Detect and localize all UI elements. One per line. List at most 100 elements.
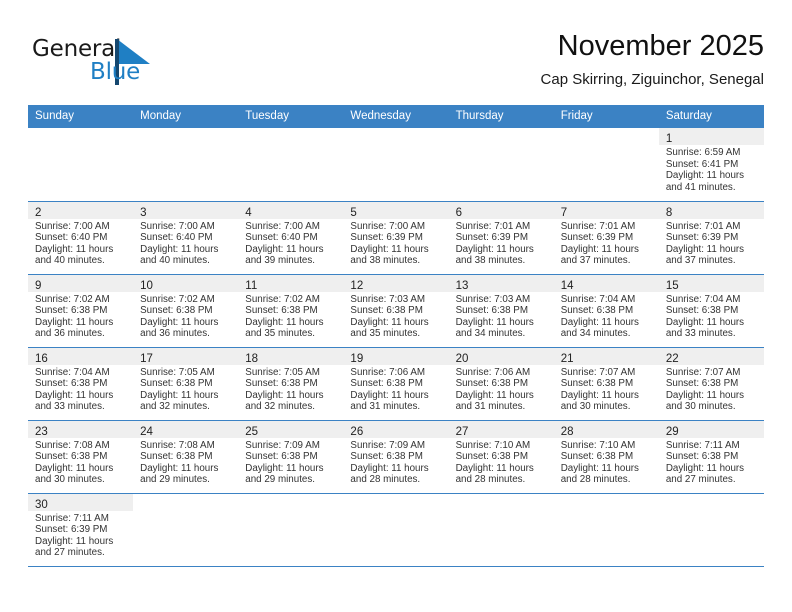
daylight-text-line2: and 33 minutes.	[35, 401, 105, 413]
sunset-text: Sunset: 6:40 PM	[35, 232, 108, 244]
day-cell: 18 Sunrise: 7:05 AM Sunset: 6:38 PM Dayl…	[238, 347, 344, 421]
day-number-band: 21	[553, 347, 659, 365]
daylight-text-line1: Daylight: 11 hours	[140, 462, 219, 474]
sunrise-text: Sunrise: 7:02 AM	[245, 293, 320, 305]
day-number: 12	[350, 279, 364, 292]
day-cell-24[interactable]: 24 Sunrise: 7:08 AM Sunset: 6:38 PM Dayl…	[133, 420, 239, 493]
day-cell-27[interactable]: 27 Sunrise: 7:10 AM Sunset: 6:38 PM Dayl…	[448, 420, 554, 493]
day-cell	[448, 128, 554, 202]
day-cell-empty	[554, 128, 659, 201]
day-cell: 21 Sunrise: 7:07 AM Sunset: 6:38 PM Dayl…	[553, 347, 659, 421]
day-details: Sunrise: 7:05 AM Sunset: 6:38 PM Dayligh…	[238, 365, 343, 413]
day-cell-8[interactable]: 8 Sunrise: 7:01 AM Sunset: 6:39 PM Dayli…	[658, 201, 764, 274]
sunrise-text: Sunrise: 7:07 AM	[560, 366, 636, 378]
sunset-text: Sunset: 6:38 PM	[350, 305, 423, 317]
day-details: Sunrise: 7:03 AM Sunset: 6:38 PM Dayligh…	[343, 292, 448, 340]
day-cell	[133, 128, 239, 202]
day-cell-11[interactable]: 11 Sunrise: 7:02 AM Sunset: 6:38 PM Dayl…	[238, 274, 344, 347]
sunset-text: Sunset: 6:38 PM	[245, 305, 318, 317]
daylight-text-line2: and 28 minutes.	[455, 474, 526, 486]
week-row: 30 Sunrise: 7:11 AM Sunset: 6:39 PM Dayl…	[28, 493, 764, 567]
day-cell-29[interactable]: 29 Sunrise: 7:11 AM Sunset: 6:38 PM Dayl…	[658, 420, 764, 493]
day-details: Sunrise: 7:08 AM Sunset: 6:38 PM Dayligh…	[28, 438, 133, 486]
sunrise-text: Sunrise: 7:05 AM	[245, 366, 320, 378]
daylight-text-line1: Daylight: 11 hours	[665, 170, 745, 182]
day-cell-28[interactable]: 28 Sunrise: 7:10 AM Sunset: 6:38 PM Dayl…	[553, 420, 659, 493]
day-number-band: 14	[553, 274, 659, 292]
day-details: Sunrise: 7:00 AM Sunset: 6:39 PM Dayligh…	[343, 219, 448, 267]
daylight-text-line2: and 27 minutes.	[35, 547, 105, 559]
day-number-band-empty	[449, 128, 554, 145]
day-details: Sunrise: 7:10 AM Sunset: 6:38 PM Dayligh…	[554, 438, 659, 486]
week-row: 16 Sunrise: 7:04 AM Sunset: 6:38 PM Dayl…	[28, 347, 764, 421]
sunset-text: Sunset: 6:38 PM	[350, 378, 423, 390]
day-cell-6[interactable]: 6 Sunrise: 7:01 AM Sunset: 6:39 PM Dayli…	[448, 201, 554, 274]
sunset-text: Sunset: 6:38 PM	[455, 305, 528, 317]
day-cell-17[interactable]: 17 Sunrise: 7:05 AM Sunset: 6:38 PM Dayl…	[133, 347, 239, 420]
day-number-band: 13	[448, 274, 554, 292]
day-cell-10[interactable]: 10 Sunrise: 7:02 AM Sunset: 6:38 PM Dayl…	[133, 274, 239, 347]
day-cell-2[interactable]: 2 Sunrise: 7:00 AM Sunset: 6:40 PM Dayli…	[28, 201, 134, 274]
day-number: 22	[665, 352, 679, 365]
day-cell-30[interactable]: 30 Sunrise: 7:11 AM Sunset: 6:39 PM Dayl…	[28, 493, 134, 566]
day-cell-7[interactable]: 7 Sunrise: 7:01 AM Sunset: 6:39 PM Dayli…	[553, 201, 659, 274]
day-number: 23	[35, 425, 48, 438]
sunset-text: Sunset: 6:38 PM	[350, 451, 423, 463]
day-cell-14[interactable]: 14 Sunrise: 7:04 AM Sunset: 6:38 PM Dayl…	[553, 274, 659, 347]
daylight-text-line2: and 41 minutes.	[665, 181, 736, 193]
day-number-band: 1	[658, 128, 764, 145]
day-cell	[238, 128, 344, 202]
day-cell-23[interactable]: 23 Sunrise: 7:08 AM Sunset: 6:38 PM Dayl…	[28, 420, 134, 493]
day-number-band-empty	[343, 128, 448, 145]
daylight-text-line2: and 29 minutes.	[245, 474, 315, 486]
daylight-text-line1: Daylight: 11 hours	[245, 462, 324, 474]
title-block: November 2025 Cap Skirring, Ziguinchor, …	[541, 28, 764, 91]
day-number-band: 12	[343, 274, 449, 292]
page-subtitle: Cap Skirring, Ziguinchor, Senegal	[540, 71, 764, 88]
daylight-text-line2: and 27 minutes.	[665, 474, 736, 486]
day-cell	[658, 493, 764, 567]
day-cell-21[interactable]: 21 Sunrise: 7:07 AM Sunset: 6:38 PM Dayl…	[553, 347, 659, 420]
weekday-header-friday: Friday	[553, 105, 659, 128]
day-number-band-empty	[28, 128, 133, 145]
day-cell-13[interactable]: 13 Sunrise: 7:03 AM Sunset: 6:38 PM Dayl…	[448, 274, 554, 347]
day-cell-19[interactable]: 19 Sunrise: 7:06 AM Sunset: 6:38 PM Dayl…	[343, 347, 449, 420]
sunset-text: Sunset: 6:38 PM	[665, 305, 739, 317]
day-cell-3[interactable]: 3 Sunrise: 7:00 AM Sunset: 6:40 PM Dayli…	[133, 201, 239, 274]
day-cell-22[interactable]: 22 Sunrise: 7:07 AM Sunset: 6:38 PM Dayl…	[658, 347, 764, 420]
sunset-text: Sunset: 6:38 PM	[35, 305, 108, 317]
day-cell-26[interactable]: 26 Sunrise: 7:09 AM Sunset: 6:38 PM Dayl…	[343, 420, 449, 493]
daylight-text-line2: and 32 minutes.	[245, 401, 315, 413]
day-cell-5[interactable]: 5 Sunrise: 7:00 AM Sunset: 6:39 PM Dayli…	[343, 201, 449, 274]
sunrise-text: Sunrise: 7:00 AM	[350, 220, 426, 232]
day-cell-15[interactable]: 15 Sunrise: 7:04 AM Sunset: 6:38 PM Dayl…	[658, 274, 764, 347]
day-number: 5	[350, 206, 357, 219]
day-cell-25[interactable]: 25 Sunrise: 7:09 AM Sunset: 6:38 PM Dayl…	[238, 420, 344, 493]
daylight-text-line2: and 36 minutes.	[140, 328, 210, 340]
day-number-band: 27	[448, 420, 554, 438]
sunrise-text: Sunrise: 7:06 AM	[455, 366, 531, 378]
day-cell-12[interactable]: 12 Sunrise: 7:03 AM Sunset: 6:38 PM Dayl…	[343, 274, 449, 347]
day-cell: 11 Sunrise: 7:02 AM Sunset: 6:38 PM Dayl…	[238, 274, 344, 348]
day-cell-18[interactable]: 18 Sunrise: 7:05 AM Sunset: 6:38 PM Dayl…	[238, 347, 344, 420]
day-cell-empty	[659, 494, 764, 566]
daylight-text-line2: and 38 minutes.	[350, 255, 421, 267]
daylight-text-line1: Daylight: 11 hours	[35, 243, 114, 255]
day-cell-1[interactable]: 1 Sunrise: 6:59 AM Sunset: 6:41 PM Dayli…	[658, 128, 764, 201]
day-cell-4[interactable]: 4 Sunrise: 7:00 AM Sunset: 6:40 PM Dayli…	[238, 201, 344, 274]
day-number: 20	[455, 352, 469, 365]
day-cell: 1 Sunrise: 6:59 AM Sunset: 6:41 PM Dayli…	[658, 128, 764, 202]
day-details: Sunrise: 7:01 AM Sunset: 6:39 PM Dayligh…	[449, 219, 554, 267]
day-cell-20[interactable]: 20 Sunrise: 7:06 AM Sunset: 6:38 PM Dayl…	[448, 347, 554, 420]
daylight-text-line1: Daylight: 11 hours	[140, 316, 219, 328]
day-cell: 8 Sunrise: 7:01 AM Sunset: 6:39 PM Dayli…	[658, 201, 764, 275]
day-cell-9[interactable]: 9 Sunrise: 7:02 AM Sunset: 6:38 PM Dayli…	[28, 274, 134, 347]
sunrise-text: Sunrise: 7:07 AM	[665, 366, 741, 378]
day-cell-16[interactable]: 16 Sunrise: 7:04 AM Sunset: 6:38 PM Dayl…	[28, 347, 134, 420]
daylight-text-line2: and 40 minutes.	[35, 255, 105, 267]
day-number: 13	[455, 279, 469, 292]
weekday-header-tuesday: Tuesday	[238, 105, 344, 128]
day-cell: 7 Sunrise: 7:01 AM Sunset: 6:39 PM Dayli…	[553, 201, 659, 275]
day-number-band: 3	[133, 201, 239, 219]
day-number-band: 6	[448, 201, 554, 219]
